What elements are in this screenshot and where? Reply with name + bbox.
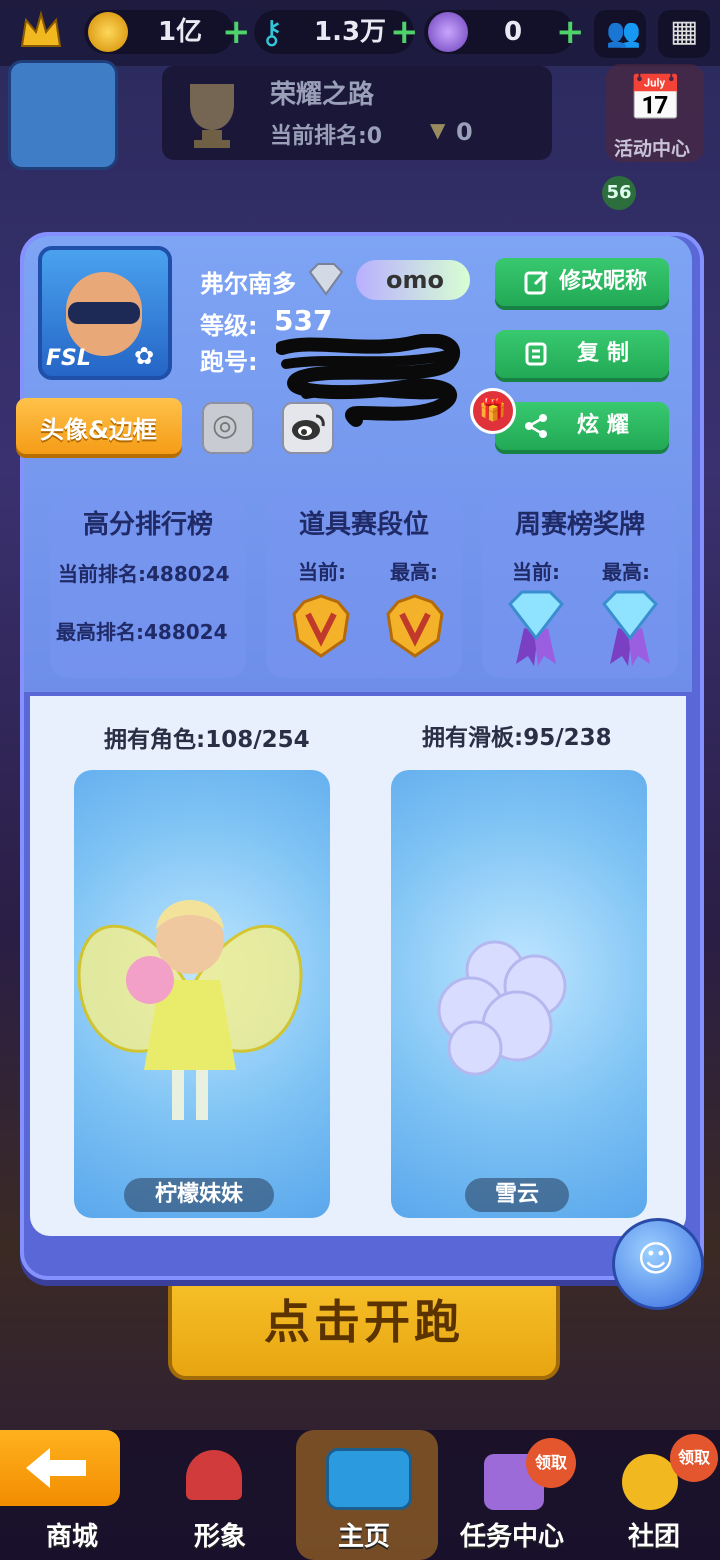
coin-counter: 1亿 xyxy=(84,10,234,54)
start-run-label: 点击开跑 xyxy=(264,1295,464,1349)
level-label: 等级: xyxy=(200,312,258,340)
crown-icon[interactable] xyxy=(18,8,64,58)
key-icon: ⚷ xyxy=(260,13,284,51)
nav-home[interactable]: 主页 xyxy=(296,1430,438,1560)
runner-id-label: 跑号: xyxy=(200,348,258,376)
diamond-medal-best xyxy=(602,590,658,666)
event-badge: 56 xyxy=(602,176,636,210)
share-icon xyxy=(525,414,547,438)
small-trophy-icon: ▼ xyxy=(430,118,446,142)
edit-icon xyxy=(524,270,549,295)
gift-icon[interactable]: 🎁 xyxy=(470,388,516,434)
helper-face-icon: ☺ xyxy=(637,1239,675,1280)
weekly-best-label: 最高: xyxy=(602,560,650,584)
claim-badge-club: 领取 xyxy=(670,1434,718,1482)
nav-appearance[interactable]: 形象 xyxy=(170,1440,280,1560)
back-button[interactable] xyxy=(0,1430,120,1506)
badge-slot-button[interactable]: ◎ xyxy=(202,402,254,454)
gold-rank-badge-current xyxy=(292,594,350,658)
nav-shop-label: 商城 xyxy=(46,1522,99,1552)
nav-club-label: 社团 xyxy=(628,1522,681,1552)
share-label: 炫耀 xyxy=(577,413,638,438)
rename-label: 修改昵称 xyxy=(559,269,648,294)
weekly-medal-card[interactable]: 周赛榜奖牌 当前: 最高: xyxy=(482,492,678,678)
friends-button[interactable]: 👥 xyxy=(594,10,646,58)
claim-badge-club-label: 领取 xyxy=(677,1448,710,1467)
claim-badge-tasks: 领取 xyxy=(526,1438,576,1488)
character-card[interactable]: 柠檬妹妹 xyxy=(74,770,330,1218)
highscore-best: 最高排名:488024 xyxy=(56,620,228,644)
highscore-current: 当前排名:488024 xyxy=(58,562,230,586)
event-center-button[interactable]: 📅 活动中心 xyxy=(606,64,704,162)
avatar-mask xyxy=(68,302,140,324)
grid-icon: ▦ xyxy=(670,14,699,49)
add-tokens-button[interactable]: + xyxy=(556,10,585,54)
event-center-label: 活动中心 xyxy=(614,138,691,160)
board-name-pill: 雪云 xyxy=(465,1178,569,1212)
paw-icon: ✿ xyxy=(134,342,155,370)
item-rank-card[interactable]: 道具赛段位 当前: 最高: xyxy=(266,492,462,678)
copy-button[interactable]: 复制 xyxy=(495,330,669,378)
menu-button[interactable]: ▦ xyxy=(658,10,710,58)
coin-amount: 1亿 xyxy=(158,17,203,47)
trophy-icon xyxy=(190,84,234,148)
highscore-title: 高分排行榜 xyxy=(82,510,213,540)
crew-tag-text: omo xyxy=(386,266,444,294)
back-arrow-icon xyxy=(26,1448,86,1488)
avatar-tag: FSL xyxy=(46,346,91,371)
level-value: 537 xyxy=(274,304,333,337)
item-rank-best-label: 最高: xyxy=(390,560,438,584)
owned-boards-label: 拥有滑板:95/238 xyxy=(422,725,612,751)
skateboard-icon xyxy=(326,1448,412,1510)
coin-icon xyxy=(88,12,128,52)
nav-home-label: 主页 xyxy=(338,1522,391,1552)
avatar-frame-label: 头像&边框 xyxy=(40,416,157,444)
medal-icon: ◎ xyxy=(212,408,239,443)
highscore-card[interactable]: 高分排行榜 当前排名:488024 最高排名:488024 xyxy=(50,492,246,678)
weekly-medal-title: 周赛榜奖牌 xyxy=(514,510,645,540)
key-amount: 1.3万 xyxy=(314,17,387,47)
honor-road-title: 荣耀之路 xyxy=(270,80,375,110)
start-run-button[interactable]: 点击开跑 xyxy=(168,1270,560,1380)
fairy-character-image xyxy=(77,900,303,1120)
weibo-button[interactable] xyxy=(282,402,334,454)
character-name: 柠檬妹妹 xyxy=(154,1182,243,1207)
player-name: 弗尔南多 xyxy=(200,270,296,298)
honor-road-trophies: 0 xyxy=(456,118,473,146)
copy-label: 复制 xyxy=(577,341,638,366)
friends-icon: 👥 xyxy=(606,16,641,49)
item-rank-title: 道具赛段位 xyxy=(298,510,429,540)
token-icon xyxy=(428,12,468,52)
profile-avatar[interactable]: FSL ✿ xyxy=(38,246,172,380)
cloud-board-image xyxy=(437,940,567,1076)
token-counter: 0 xyxy=(424,10,574,54)
copy-icon xyxy=(525,342,547,366)
claim-badge-tasks-label: 领取 xyxy=(534,1453,567,1472)
token-amount: 0 xyxy=(504,17,523,47)
character-name-pill: 柠檬妹妹 xyxy=(124,1178,274,1212)
honor-road-rank: 当前排名:0 xyxy=(270,124,383,149)
avatar-frame-button[interactable]: 头像&边框 xyxy=(16,398,182,454)
crew-tag[interactable]: omo xyxy=(356,260,470,300)
board-name: 雪云 xyxy=(494,1182,539,1207)
weibo-icon xyxy=(292,414,325,440)
calendar-icon: 📅 xyxy=(628,73,683,124)
add-keys-button[interactable]: + xyxy=(390,10,419,54)
nav-tasks-label: 任务中心 xyxy=(460,1522,565,1552)
board-card[interactable]: 雪云 xyxy=(391,770,647,1218)
rename-button[interactable]: 修改昵称 xyxy=(495,258,669,306)
diamond-rank-icon xyxy=(308,263,344,296)
item-rank-current-label: 当前: xyxy=(298,560,346,584)
add-coins-button[interactable]: + xyxy=(222,10,251,54)
diamond-medal-current xyxy=(508,590,564,666)
gold-rank-badge-best xyxy=(386,594,444,658)
nav-appearance-label: 形象 xyxy=(194,1522,247,1552)
share-button[interactable]: 炫耀 xyxy=(495,402,669,450)
cap-icon xyxy=(186,1450,242,1500)
weekly-current-label: 当前: xyxy=(512,560,560,584)
assistant-bubble-button[interactable]: ☺ xyxy=(612,1218,704,1310)
background-avatar[interactable] xyxy=(8,60,118,170)
honor-road-panel[interactable]: 荣耀之路 当前排名:0 ▼ 0 xyxy=(162,66,552,160)
owned-characters-label: 拥有角色:108/254 xyxy=(104,727,310,753)
